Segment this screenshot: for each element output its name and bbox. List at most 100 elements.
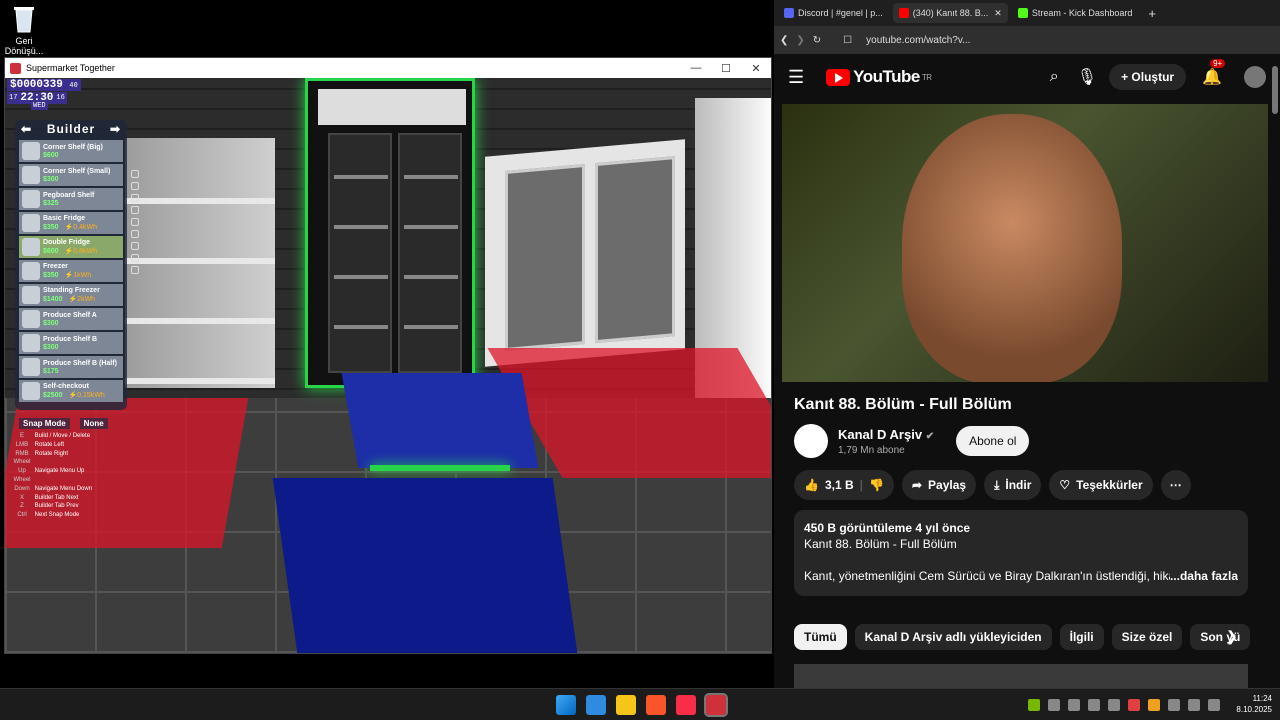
page-scrollbar[interactable] <box>1272 66 1278 114</box>
close-button[interactable]: ✕ <box>741 62 771 75</box>
builder-item[interactable]: Produce Shelf B $300 <box>19 332 123 354</box>
filter-chip[interactable]: Son yü <box>1190 624 1251 650</box>
channel-avatar[interactable] <box>794 424 828 458</box>
back-icon[interactable]: ❮ <box>780 35 788 46</box>
blue-placement-zone <box>341 373 539 468</box>
game-titlebar[interactable]: Supermarket Together — ☐ ✕ <box>5 58 771 78</box>
builder-item-icon <box>22 358 40 376</box>
battery-icon[interactable] <box>1208 699 1220 711</box>
recycle-bin-label: Geri Dönüşü... <box>4 36 44 56</box>
thanks-button[interactable]: ♡ Teşekkürler <box>1049 470 1153 500</box>
builder-item[interactable]: Produce Shelf B (Half) $175 <box>19 356 123 378</box>
tab-strip: Discord | #genel | p... (340) Kanıt 88. B… <box>774 0 1280 26</box>
browser-window[interactable]: Discord | #genel | p... (340) Kanıt 88. B… <box>774 0 1280 688</box>
forward-icon[interactable]: ❯ <box>796 35 804 46</box>
game-viewport[interactable]: $0000339 40 17 22:30 16 WED ⬅ Builder ➡ … <box>5 78 771 653</box>
browser-tab[interactable]: Discord | #genel | p... <box>778 3 889 23</box>
filter-chip[interactable]: Size özel <box>1111 624 1183 650</box>
builder-item-power: ⚡0.15kWh <box>68 392 105 399</box>
builder-next-arrow[interactable]: ➡ <box>110 122 121 136</box>
double-fridge-preview <box>305 78 475 388</box>
menu-icon[interactable]: ☰ <box>788 67 804 88</box>
builder-item[interactable]: Corner Shelf (Big) $600 <box>19 140 123 162</box>
share-button[interactable]: ➦ Paylaş <box>901 470 977 500</box>
builder-item[interactable]: Corner Shelf (Small) $300 <box>19 164 123 186</box>
builder-item-power: ⚡0.4kWh <box>64 224 98 231</box>
filter-chip[interactable]: İlgili <box>1059 624 1104 650</box>
more-actions-button[interactable]: ⋯ <box>1160 470 1191 500</box>
create-button[interactable]: + Oluştur <box>1109 64 1187 90</box>
reload-icon[interactable]: ↻ <box>813 35 821 46</box>
keybind-action: Rotate Left <box>34 441 65 448</box>
next-video-thumbnail[interactable] <box>794 664 1248 688</box>
bookmark-icon[interactable]: ☐ <box>843 35 852 46</box>
steam-icon[interactable] <box>1068 699 1080 711</box>
builder-item-price: $325 <box>43 199 59 207</box>
builder-item[interactable]: Pegboard Shelf $325 <box>19 188 123 210</box>
mic-icon[interactable]: 🎙 <box>1077 67 1097 87</box>
file-explorer-icon[interactable] <box>616 695 636 715</box>
system-tray <box>1028 699 1220 711</box>
builder-item[interactable]: Basic Fridge $350 ⚡0.4kWh <box>19 212 123 234</box>
builder-item-name: Freezer <box>43 263 68 270</box>
heart-icon: ♡ <box>1059 478 1071 492</box>
game-window[interactable]: Supermarket Together — ☐ ✕ $0000339 40 1… <box>4 57 772 654</box>
url-field[interactable]: youtube.com/watch?v... <box>866 35 970 46</box>
view-meta: 450 B görüntüleme 4 yıl önce <box>804 521 971 535</box>
browser-tab[interactable]: (340) Kanıt 88. B... ✕ <box>892 3 1008 23</box>
tray-app-icon[interactable] <box>1148 699 1160 711</box>
builder-item[interactable]: Standing Freezer $1400 ⚡2kWh <box>19 284 123 306</box>
gallery-icon[interactable] <box>586 695 606 715</box>
snap-mode: Snap Mode None <box>19 418 108 429</box>
youtube-play-icon <box>826 68 851 86</box>
video-player[interactable] <box>782 104 1268 382</box>
volume-icon[interactable] <box>1188 699 1200 711</box>
tray-app-icon[interactable] <box>1128 699 1140 711</box>
brave-browser-icon[interactable] <box>646 695 666 715</box>
filter-chip[interactable]: Tümü <box>794 624 847 650</box>
clock[interactable]: 11:24 8.10.2025 <box>1236 693 1272 715</box>
keybind-row: Wheel Up Navigate Menu Up <box>11 458 92 476</box>
subscriber-count: 1,79 Mn abone <box>838 444 905 456</box>
tray-app-icon[interactable] <box>1108 699 1120 711</box>
builder-panel[interactable]: ⬅ Builder ➡ Corner Shelf (Big) $600 Corner… <box>15 120 127 410</box>
thumbs-up-icon: 👍 <box>804 478 819 492</box>
builder-item-price: $600 <box>43 151 59 159</box>
verified-icon: ✔ <box>925 430 935 442</box>
start-icon[interactable] <box>556 695 576 715</box>
keybind-key: X <box>19 494 24 501</box>
subscribe-button[interactable]: Abone ol <box>956 426 1030 456</box>
notifications-button[interactable]: 🔔 9+ <box>1202 59 1226 87</box>
supermarket-together-icon[interactable] <box>704 693 728 717</box>
tab-close-icon[interactable]: ✕ <box>994 8 1002 19</box>
thumbs-down-icon[interactable]: 👎 <box>869 478 884 492</box>
builder-item[interactable]: Freezer $350 ⚡1kWh <box>19 260 123 282</box>
keybind-action: Navigate Menu Up <box>34 468 85 475</box>
maximize-button[interactable]: ☐ <box>711 62 741 75</box>
builder-item[interactable]: Produce Shelf A $300 <box>19 308 123 330</box>
search-icon[interactable]: ⌕ <box>1050 68 1059 86</box>
keybind-action: Rotate Right <box>34 450 69 457</box>
tray-app-icon[interactable] <box>1088 699 1100 711</box>
recycle-bin-shortcut[interactable]: Geri Dönüşü... <box>4 4 44 56</box>
nvidia-icon[interactable] <box>1028 699 1040 711</box>
music-app-icon[interactable] <box>676 695 696 715</box>
builder-prev-arrow[interactable]: ⬅ <box>21 122 32 136</box>
show-more-link[interactable]: ...daha fazla <box>1170 568 1238 584</box>
like-button[interactable]: 👍 3,1 B | 👎 <box>794 470 894 500</box>
minimize-button[interactable]: — <box>681 62 711 75</box>
wifi-icon[interactable] <box>1168 699 1180 711</box>
filter-chip[interactable]: Kanal D Arşiv adlı yükleyiciden <box>854 624 1052 650</box>
description-box[interactable]: 450 B görüntüleme 4 yıl önce Kanıt 88. B… <box>794 510 1248 596</box>
tray-app-icon[interactable] <box>1048 699 1060 711</box>
download-button[interactable]: ⤓ İndir <box>984 470 1042 500</box>
user-avatar[interactable] <box>1244 66 1266 88</box>
new-tab-button[interactable]: + <box>1148 6 1156 21</box>
channel-name[interactable]: Kanal D Arşiv ✔ <box>838 427 934 442</box>
builder-item-price: $300 <box>43 319 59 327</box>
browser-tab[interactable]: Stream - Kick Dashboard <box>1012 3 1139 23</box>
builder-item[interactable]: Double Fridge $600 ⚡0.8kWh <box>19 236 123 258</box>
youtube-logo[interactable]: YouTube TR <box>826 67 932 87</box>
chips-next-icon[interactable]: ❯ <box>1226 628 1238 645</box>
builder-item[interactable]: Self-checkout $2500 ⚡0.15kWh <box>19 380 123 402</box>
